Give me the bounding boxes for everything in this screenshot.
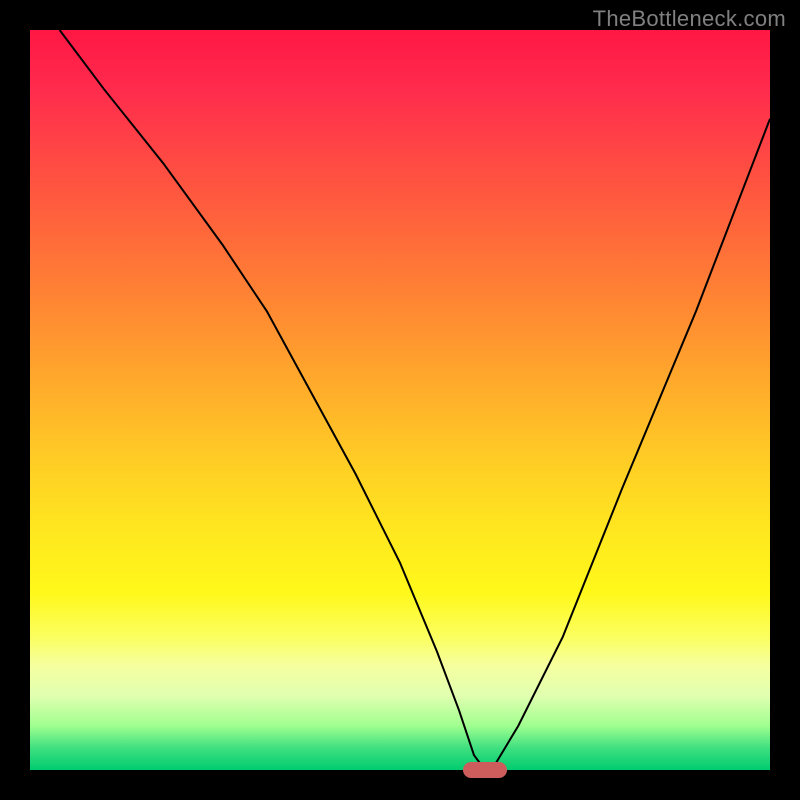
watermark-label: TheBottleneck.com [593,6,786,32]
bottleneck-curve-path [60,30,770,770]
chart-frame: TheBottleneck.com [0,0,800,800]
curve-svg [30,30,770,770]
min-marker [463,762,507,778]
plot-area [30,30,770,770]
